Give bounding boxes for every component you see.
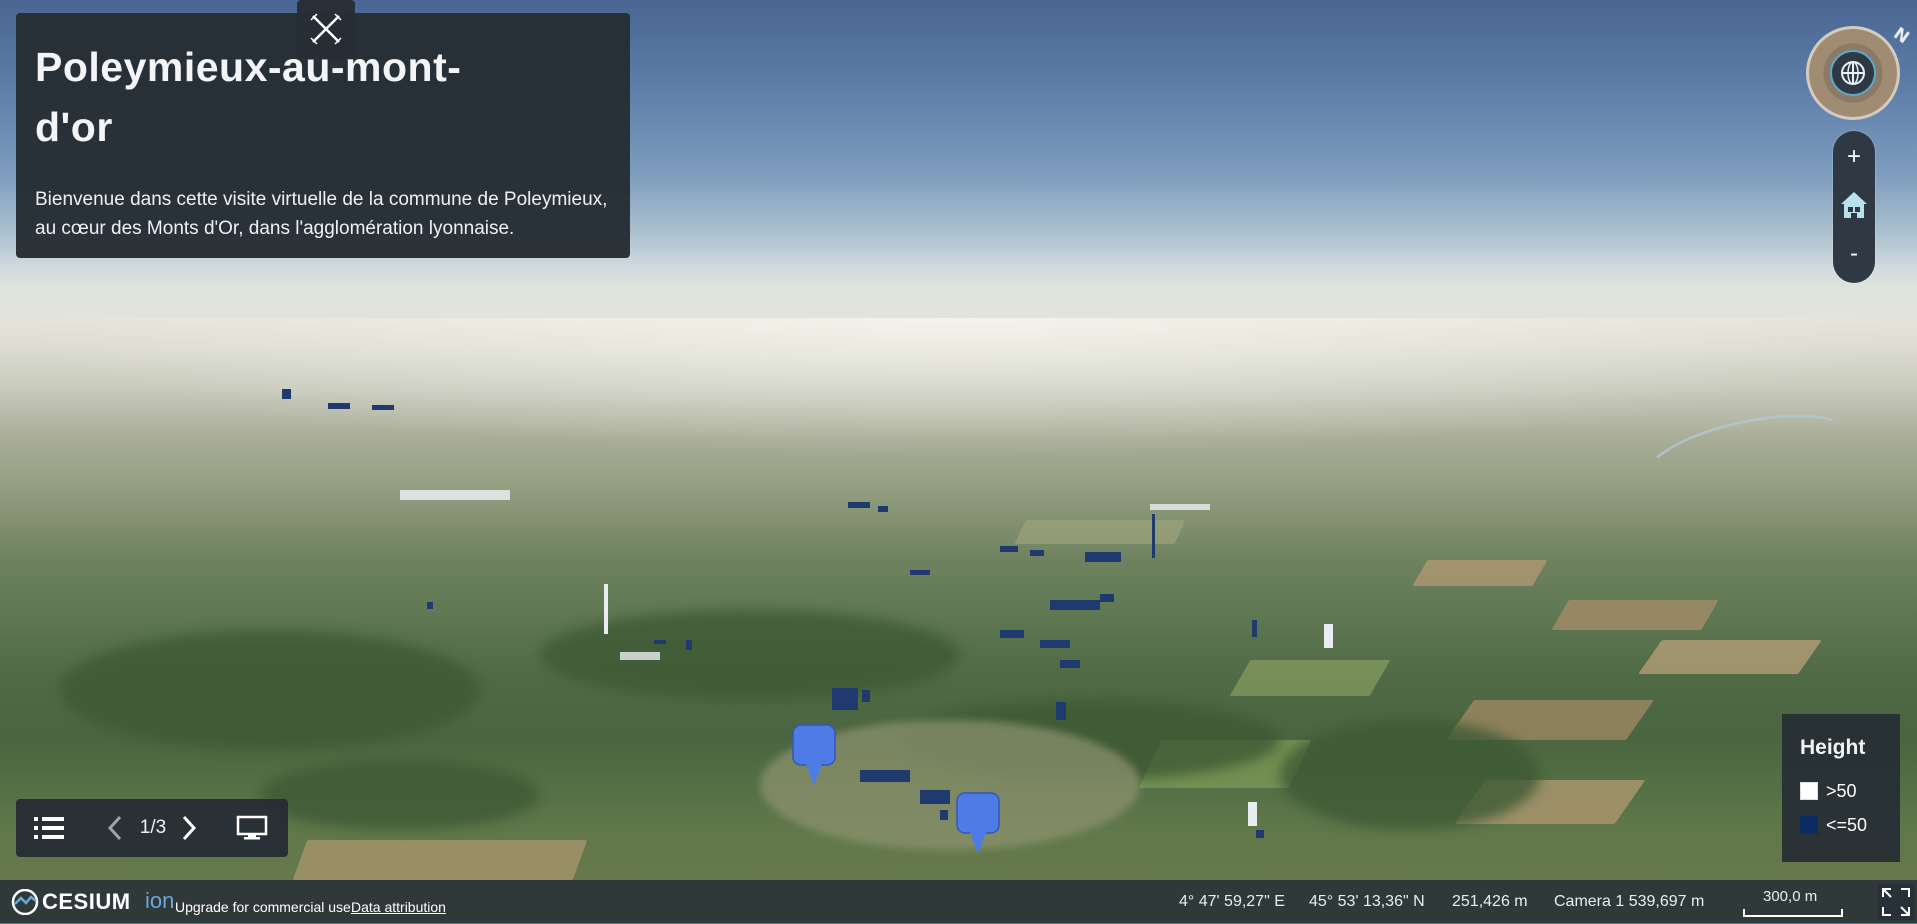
building-cluster (620, 652, 660, 660)
globe-glyph (1841, 61, 1865, 85)
legend-label: <=50 (1826, 814, 1868, 835)
upgrade-notice: Upgrade for commercial use. (175, 899, 355, 915)
zoom-controls: + - (1833, 131, 1875, 283)
status-bar: CESIUM ion Upgrade for commercial use. D… (0, 880, 1917, 923)
forest (1280, 720, 1540, 830)
forest (540, 610, 960, 700)
chevron-right-icon (182, 815, 197, 841)
height-legend: Height >50 <=50 (1782, 714, 1900, 862)
close-tour-button[interactable] (297, 0, 355, 58)
building (1060, 660, 1080, 668)
building (862, 690, 870, 702)
map-marker-1[interactable] (792, 724, 836, 786)
fullscreen-icon (1882, 888, 1910, 916)
legend-item-high: >50 (1800, 774, 1882, 808)
field (1229, 660, 1391, 696)
field (1551, 600, 1719, 630)
building (1085, 552, 1121, 562)
building (860, 770, 910, 782)
longitude-readout: 4° 47' 59,27" E (1179, 893, 1285, 910)
elevation-readout: 251,426 m (1452, 893, 1528, 910)
building (427, 602, 433, 609)
building (1100, 594, 1114, 602)
legend-item-low: <=50 (1800, 808, 1882, 842)
globe-icon[interactable] (1830, 50, 1876, 96)
horizon-haze (0, 318, 1917, 458)
building (654, 640, 666, 644)
tall-building (604, 584, 608, 634)
building (848, 502, 870, 508)
legend-swatch-white (1800, 782, 1818, 800)
home-button[interactable] (1833, 187, 1875, 223)
zoom-out-button[interactable]: - (1833, 239, 1875, 269)
chapter-list-button[interactable] (30, 799, 68, 857)
building (1056, 702, 1066, 720)
building (832, 688, 858, 710)
tall-building (1248, 802, 1257, 826)
building (1256, 830, 1264, 838)
field (1638, 640, 1822, 674)
page-indicator: 1/3 (139, 817, 167, 838)
legend-title: Height (1800, 736, 1866, 759)
zoom-in-button[interactable]: + (1833, 142, 1875, 172)
building (282, 389, 291, 399)
story-description: Bienvenue dans cette visite virtuelle de… (35, 189, 608, 239)
building (910, 570, 930, 575)
building (940, 810, 948, 820)
building (1252, 620, 1257, 637)
presentation-mode-button[interactable] (234, 799, 270, 857)
building (878, 506, 888, 512)
building (1050, 600, 1100, 610)
building (372, 405, 394, 410)
forest (260, 760, 540, 830)
latitude-readout: 45° 53' 13,36" N (1309, 893, 1425, 910)
field (1412, 560, 1548, 586)
tour-toolbar: 1/3 (16, 799, 288, 857)
building (328, 403, 350, 409)
chevron-left-icon (107, 815, 122, 841)
field (1014, 520, 1186, 544)
building (1000, 630, 1024, 638)
legend-label: >50 (1826, 780, 1857, 801)
compass[interactable]: N (1806, 24, 1913, 120)
building (1030, 550, 1044, 556)
previous-button[interactable] (104, 799, 126, 857)
building (920, 790, 950, 804)
story-title: Poleymieux-au-mont-d'or (35, 44, 462, 150)
scale-bar (1743, 909, 1843, 917)
data-attribution-link[interactable]: Data attribution (351, 899, 446, 915)
fullscreen-button[interactable] (1878, 884, 1914, 920)
building (1040, 640, 1070, 648)
field (292, 840, 588, 880)
camera-height-readout: Camera 1 539,697 m (1554, 893, 1705, 910)
forest (60, 630, 480, 750)
cesium-logo-icon (11, 889, 39, 915)
cesium-logo-text: CESIUM (42, 889, 131, 914)
tall-building (1324, 624, 1333, 648)
cesium-logo-suffix: ion (145, 888, 175, 913)
building (686, 640, 692, 650)
close-icon (310, 13, 342, 45)
building (1000, 546, 1018, 552)
building (1152, 514, 1155, 558)
building-cluster (400, 490, 510, 500)
legend-swatch-blue (1800, 816, 1818, 834)
map-marker-2[interactable] (956, 792, 1000, 854)
home-icon (1841, 192, 1867, 218)
next-button[interactable] (178, 799, 200, 857)
monitor-icon (236, 815, 268, 840)
list-icon (34, 817, 64, 839)
building-cluster (1150, 504, 1210, 510)
scale-bar-label: 300,0 m (1763, 888, 1818, 905)
